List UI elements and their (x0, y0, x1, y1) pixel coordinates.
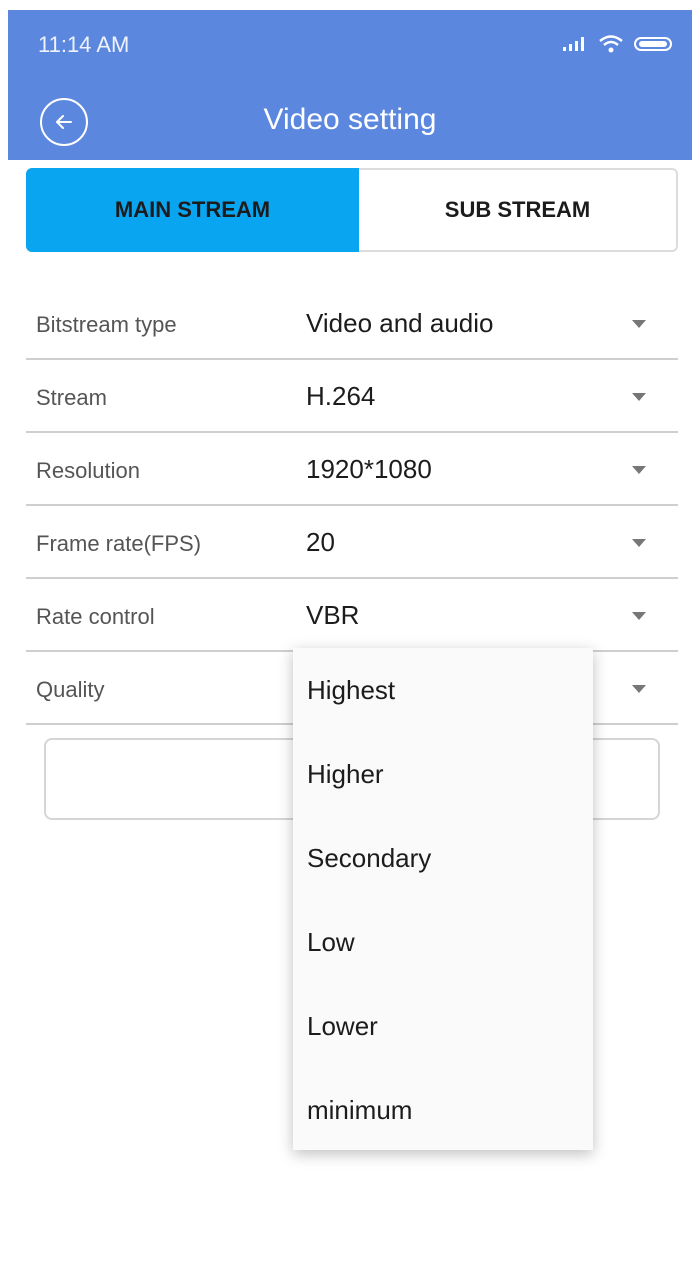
setting-label: Resolution (36, 458, 140, 483)
quality-dropdown-menu: Highest Higher Secondary Low Lower minim… (293, 648, 593, 1150)
signal-icon (563, 37, 584, 51)
dropdown-arrow-icon (632, 685, 646, 693)
dropdown-option-highest[interactable]: Highest (293, 648, 593, 732)
tab-main-stream[interactable]: MAIN STREAM (26, 168, 359, 252)
setting-row-rate-control[interactable]: Rate control VBR (26, 580, 678, 652)
dropdown-option-lower[interactable]: Lower (293, 984, 593, 1068)
setting-value: 20 (306, 527, 335, 557)
status-icons (562, 34, 672, 54)
setting-value: H.264 (306, 381, 376, 411)
status-time: 11:14 AM (38, 32, 130, 57)
dropdown-arrow-icon (632, 320, 646, 328)
dropdown-arrow-icon (632, 466, 646, 474)
dropdown-arrow-icon (632, 612, 646, 620)
setting-row-resolution[interactable]: Resolution 1920*1080 (26, 434, 678, 506)
setting-row-stream[interactable]: Stream H.264 (26, 361, 678, 433)
setting-row-frame-rate[interactable]: Frame rate(FPS) 20 (26, 507, 678, 579)
setting-value: VBR (306, 600, 360, 630)
setting-value: Video and audio (306, 308, 494, 338)
setting-label: Bitstream type (36, 312, 177, 337)
wifi-icon (599, 35, 623, 53)
setting-label: Stream (36, 385, 107, 410)
dropdown-arrow-icon (632, 539, 646, 547)
setting-label: Rate control (36, 604, 155, 629)
app-bar: 11:14 AM Video setting (8, 10, 692, 160)
setting-label: Frame rate(FPS) (36, 531, 202, 556)
dropdown-arrow-icon (632, 393, 646, 401)
setting-value: 1920*1080 (306, 454, 432, 484)
battery-icon (634, 37, 672, 51)
tab-sub-stream[interactable]: SUB STREAM (359, 168, 678, 252)
stream-tabs: MAIN STREAM SUB STREAM (26, 168, 678, 252)
dropdown-option-higher[interactable]: Higher (293, 732, 593, 816)
dropdown-option-low[interactable]: Low (293, 900, 593, 984)
page-title: Video setting (263, 103, 437, 136)
setting-label: Quality (36, 677, 105, 702)
dropdown-option-secondary[interactable]: Secondary (293, 816, 593, 900)
setting-row-bitstream-type[interactable]: Bitstream type Video and audio (26, 288, 678, 360)
dropdown-option-minimum[interactable]: minimum (293, 1068, 593, 1152)
